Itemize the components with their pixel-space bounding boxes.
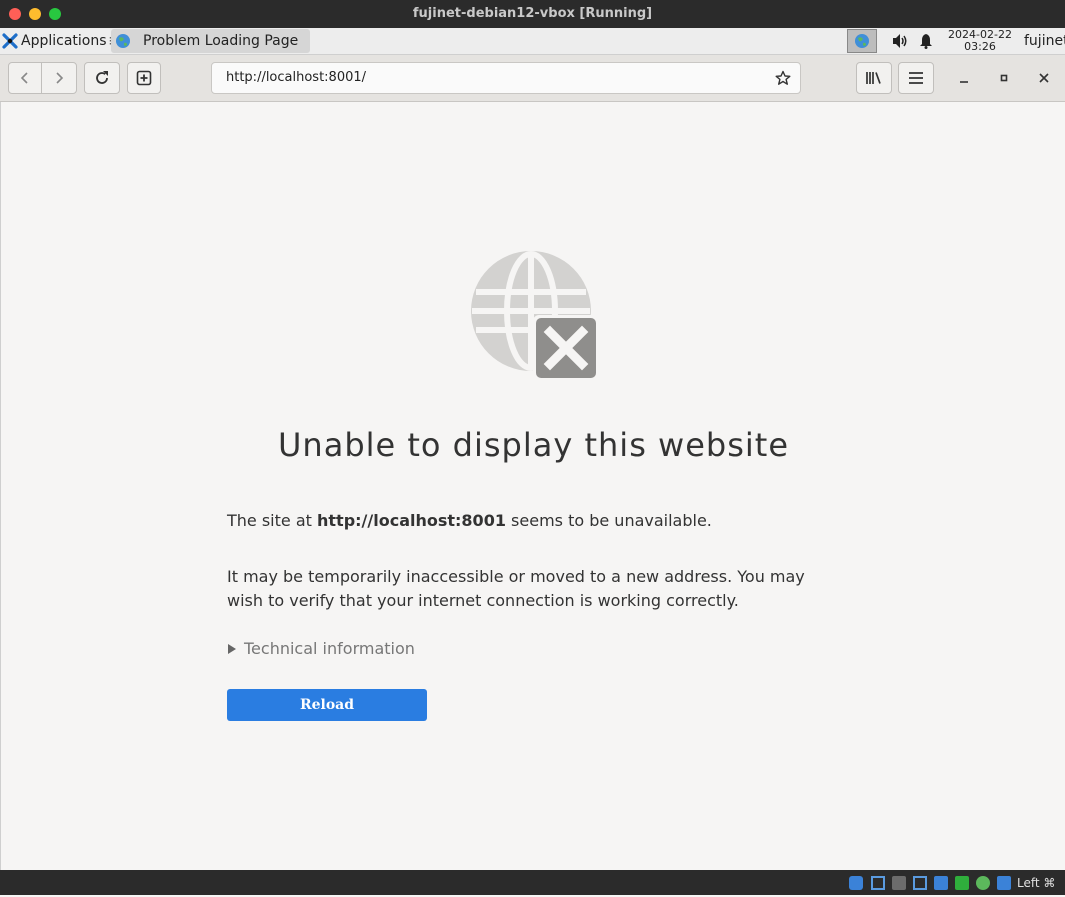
hamburger-menu-icon [909,72,923,84]
notification-bell-icon[interactable] [919,33,933,49]
library-icon [866,72,881,84]
library-button[interactable] [856,62,892,94]
reload-icon [96,71,108,84]
tray-browser-button[interactable] [847,29,877,53]
bookmark-star-icon[interactable] [775,70,791,86]
back-button[interactable] [8,62,42,94]
browser-toolbar: http://localhost:8001/ [0,55,1065,102]
main-menu-button[interactable] [898,62,934,94]
applications-label: Applications [21,33,107,49]
display-icon[interactable] [976,876,990,890]
window-title: fujinet-debian12-vbox [Running] [412,6,653,21]
error-advice: It may be temporarily inaccessible or mo… [227,567,805,610]
reload-button[interactable]: Reload [227,689,427,721]
close-button[interactable] [1036,70,1052,86]
back-arrow-icon [20,72,28,84]
maximize-icon [1000,74,1008,82]
new-tab-button[interactable] [127,62,161,94]
reload-toolbar-button[interactable] [84,62,120,94]
disclosure-triangle-icon [228,643,236,654]
globe-error-icon [471,251,599,381]
usb-icon[interactable] [934,876,948,890]
forward-arrow-icon [56,72,64,84]
volume-icon[interactable] [891,33,909,49]
error-description: The site at http://localhost:8001 seems … [227,509,827,533]
maximize-button[interactable] [996,70,1012,86]
error-description-suffix: seems to be unavailable. [505,511,712,530]
desktop-panel: Applications ⁝ Problem Loading Page 2024… [0,28,1065,55]
audio-icon[interactable] [892,876,906,890]
vm-titlebar: fujinet-debian12-vbox [Running] [0,0,1065,28]
xfce-logo-icon [2,33,18,49]
globe-icon [855,34,869,48]
optical-drive-icon[interactable] [871,876,885,890]
panel-clock[interactable]: 2024-02-22 03:26 [944,29,1016,53]
forward-button[interactable] [41,62,77,94]
address-bar-url: http://localhost:8001/ [226,70,367,85]
minimize-button[interactable] [956,70,972,86]
error-description-prefix: The site at [227,511,317,530]
technical-information-toggle[interactable]: Technical information [227,639,415,658]
error-heading: Unable to display this website [278,426,789,464]
network-icon[interactable] [913,876,927,890]
taskbar-item-browser[interactable]: Problem Loading Page [111,29,310,53]
host-key-label: Left ⌘ [1017,876,1056,890]
shared-folders-icon[interactable] [955,876,969,890]
technical-information-label: Technical information [244,639,415,658]
error-host: http://localhost:8001 [317,511,506,530]
globe-icon [116,34,130,48]
clock-time: 03:26 [964,40,996,53]
mouse-integration-icon[interactable] [997,876,1011,890]
new-tab-plus-icon [136,70,152,86]
close-icon [1039,73,1049,83]
minimize-icon [960,81,968,83]
panel-user-name[interactable]: fujinet [1024,28,1065,54]
vm-statusbar: Left ⌘ [0,870,1065,895]
taskbar-item-label: Problem Loading Page [143,33,299,49]
hard-disk-icon[interactable] [849,876,863,890]
error-page: Unable to display this website The site … [0,102,1065,870]
applications-menu[interactable]: Applications ⁝ [2,28,112,54]
address-bar[interactable]: http://localhost:8001/ [211,62,801,94]
